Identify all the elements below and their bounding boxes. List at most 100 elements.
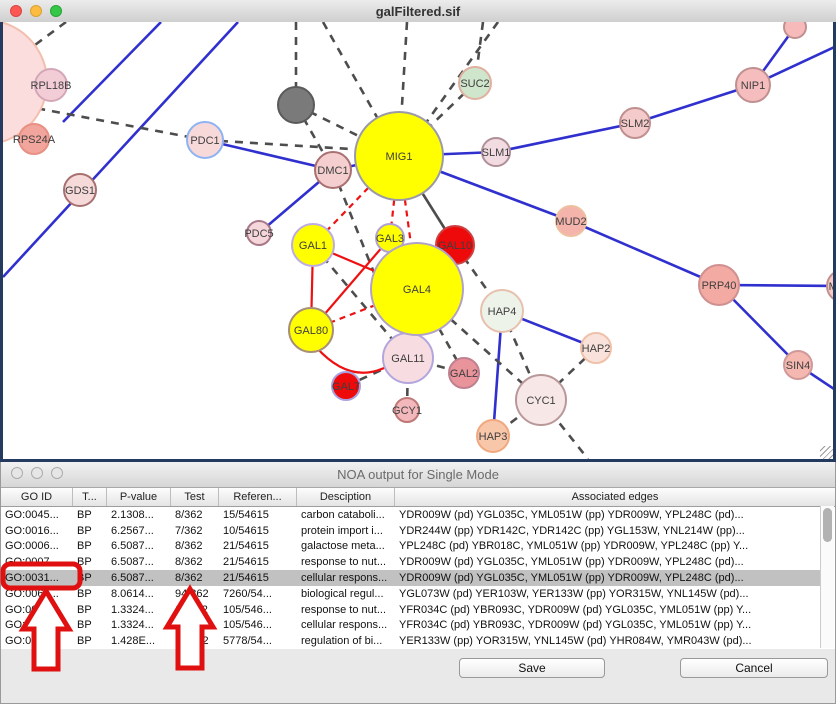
cell-description: galactose meta... — [297, 540, 395, 552]
network-canvas[interactable]: RPL18BRPS24AGDS1PDC1DMC1MIG1SUC2SLM1SLM2… — [0, 22, 836, 462]
cell-description: biological regul... — [297, 588, 395, 600]
node-unlabeled[interactable] — [278, 87, 314, 123]
cell-type: BP — [73, 525, 107, 537]
node-label-GAL7: GAL7 — [332, 381, 360, 393]
cell-p_value: 1.3324... — [107, 604, 171, 616]
column-header-desciption[interactable]: Desciption — [297, 488, 395, 506]
edge-blue[interactable] — [63, 22, 161, 122]
zoom-window-button[interactable] — [51, 467, 63, 479]
edge-blue[interactable] — [635, 85, 753, 123]
table-row[interactable]: GO:0007...BP6.5087...8/36221/54615respon… — [1, 554, 820, 570]
node-label-CYC1: CYC1 — [526, 395, 555, 407]
save-button[interactable]: Save — [459, 658, 605, 678]
table-row[interactable]: GO:0031...BP1.3324...11/362105/546...cel… — [1, 618, 820, 634]
node-unlabeled[interactable] — [784, 22, 806, 38]
close-window-button[interactable] — [11, 467, 23, 479]
edge-dash[interactable] — [401, 22, 407, 122]
cell-test: 8/362 — [171, 509, 219, 521]
edge-blue[interactable] — [571, 221, 719, 285]
cell-test: 94/362 — [171, 588, 219, 600]
cell-go_id: GO:0031... — [1, 604, 73, 616]
cell-go_id: GO:0065... — [1, 588, 73, 600]
cancel-button[interactable]: Cancel — [680, 658, 828, 678]
node-label-MSL1: MSL1 — [829, 281, 833, 293]
node-label-HAP2: HAP2 — [582, 343, 611, 355]
node-label-GAL2: GAL2 — [450, 368, 478, 380]
close-window-button[interactable] — [10, 5, 22, 17]
cell-reference: 21/54615 — [219, 556, 297, 568]
results-table-header: GO IDT...P-valueTestReferen...Desciption… — [1, 488, 835, 507]
cell-go_id: GO:0016... — [1, 525, 73, 537]
cell-type: BP — [73, 509, 107, 521]
column-header-test[interactable]: Test — [171, 488, 219, 506]
cell-description: carbon cataboli... — [297, 509, 395, 521]
cell-go_id: GO:0006... — [1, 540, 73, 552]
cell-edges: YDR244W (pp) YDR142C, YDR142C (pp) YGL15… — [395, 525, 820, 537]
node-label-SUC2: SUC2 — [460, 78, 489, 90]
network-window-title: galFiltered.sif — [376, 4, 461, 19]
cell-edges: YDR009W (pd) YGL035C, YML051W (pp) YDR00… — [395, 572, 820, 584]
window-controls — [10, 5, 62, 17]
cell-description: cellular respons... — [297, 619, 395, 631]
node-label-GAL1: GAL1 — [299, 240, 327, 252]
cell-test: 11/362 — [171, 619, 219, 631]
edge-blue[interactable] — [496, 123, 635, 152]
cell-description: response to nut... — [297, 604, 395, 616]
column-header-go-id[interactable]: GO ID — [1, 488, 73, 506]
cell-p_value: 8.0614... — [107, 588, 171, 600]
cell-test: 8/362 — [171, 540, 219, 552]
table-row[interactable]: GO:0006...BP6.5087...8/36221/54615galact… — [1, 539, 820, 555]
node-label-PRP40: PRP40 — [702, 280, 737, 292]
cell-edges: YDR009W (pd) YGL035C, YML051W (pp) YDR00… — [395, 509, 820, 521]
cell-edges: YDR009W (pd) YGL035C, YML051W (pp) YDR00… — [395, 556, 820, 568]
cell-test: 8/362 — [171, 572, 219, 584]
noa-footer: Save Cancel — [1, 649, 835, 703]
node-label-GAL11: GAL11 — [391, 353, 424, 365]
cell-p_value: 6.5087... — [107, 556, 171, 568]
column-header-t-[interactable]: T... — [73, 488, 107, 506]
cell-edges: YGL073W (pd) YER103W, YER133W (pp) YOR31… — [395, 588, 820, 600]
table-row[interactable]: GO:0031...BP1.3324...11/362105/546...res… — [1, 602, 820, 618]
noa-window-title: NOA output for Single Mode — [337, 467, 499, 482]
node-label-HAP4: HAP4 — [488, 306, 517, 318]
column-header-associated-edges[interactable]: Associated edges — [395, 488, 835, 506]
cell-p_value: 6.2567... — [107, 525, 171, 537]
node-label-NIP1: NIP1 — [741, 80, 765, 92]
table-row[interactable]: GO:0065...BP8.0614...94/3627260/54...bio… — [1, 586, 820, 602]
results-table-body: GO:0045...BP2.1308...8/36215/54615carbon… — [1, 507, 820, 649]
cell-p_value: 1.428E... — [107, 635, 171, 647]
node-label-PDC1: PDC1 — [190, 135, 219, 147]
table-row[interactable]: GO:0031...BP6.5087...8/36221/54615cellul… — [1, 570, 820, 586]
cell-p_value: 6.5087... — [107, 540, 171, 552]
table-row[interactable]: GO:0016...BP6.2567...7/36210/54615protei… — [1, 523, 820, 539]
edge-curved-red[interactable] — [316, 347, 388, 373]
cell-edges: YFR034C (pd) YBR093C, YDR009W (pd) YGL03… — [395, 604, 820, 616]
cell-test: 8/362 — [171, 556, 219, 568]
column-header-p-value[interactable]: P-value — [107, 488, 171, 506]
table-row[interactable]: GO:0050...BP1.428E...80/3625778/54...reg… — [1, 633, 820, 649]
cell-type: BP — [73, 556, 107, 568]
node-label-MUD2: MUD2 — [555, 216, 586, 228]
cell-go_id: GO:0031... — [1, 619, 73, 631]
cell-test: 7/362 — [171, 525, 219, 537]
table-row[interactable]: GO:0045...BP2.1308...8/36215/54615carbon… — [1, 507, 820, 523]
table-scrollbar-thumb[interactable] — [823, 508, 832, 542]
table-scrollbar[interactable] — [820, 506, 834, 648]
cell-description: protein import i... — [297, 525, 395, 537]
network-window-titlebar[interactable]: galFiltered.sif — [0, 0, 836, 23]
noa-window-titlebar[interactable]: NOA output for Single Mode — [1, 462, 835, 488]
node-label-SIN4: SIN4 — [786, 360, 810, 372]
column-header-referen-[interactable]: Referen... — [219, 488, 297, 506]
resize-grip[interactable] — [820, 446, 833, 459]
node-label-GAL3: GAL3 — [376, 233, 404, 245]
node-label-DMC1: DMC1 — [317, 165, 348, 177]
minimize-window-button[interactable] — [31, 467, 43, 479]
cell-reference: 15/54615 — [219, 509, 297, 521]
minimize-window-button[interactable] — [30, 5, 42, 17]
cell-p_value: 6.5087... — [107, 572, 171, 584]
zoom-window-button[interactable] — [50, 5, 62, 17]
node-label-RPS24A: RPS24A — [13, 134, 56, 146]
cell-p_value: 2.1308... — [107, 509, 171, 521]
cell-description: response to nut... — [297, 556, 395, 568]
cell-edges: YPL248C (pd) YBR018C, YML051W (pp) YDR00… — [395, 540, 820, 552]
